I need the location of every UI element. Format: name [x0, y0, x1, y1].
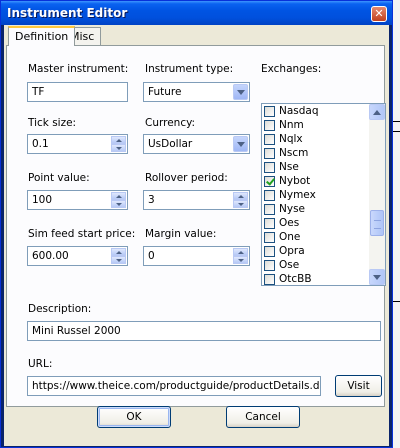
- scroll-down-icon[interactable]: [369, 269, 385, 285]
- exchange-checkbox[interactable]: [264, 190, 275, 201]
- exchange-label: Opra: [279, 245, 305, 257]
- rollover-period-value: 3: [148, 194, 155, 206]
- spin-down-icon[interactable]: [111, 200, 126, 208]
- exchange-label: Nymex: [279, 189, 316, 201]
- point-value-label: Point value:: [28, 172, 90, 184]
- exchange-label: Ose: [279, 259, 300, 271]
- exchange-checkbox-checked[interactable]: [264, 176, 275, 187]
- tab-definition[interactable]: Definition: [8, 26, 76, 46]
- close-icon: ✕: [374, 7, 384, 20]
- spin-up-icon[interactable]: [233, 248, 248, 256]
- exchange-label: OtcBB: [279, 273, 312, 285]
- instrument-type-value: Future: [148, 86, 182, 98]
- dialog-body: Definition Misc Master instrument: TF In…: [4, 25, 389, 446]
- exchanges-list[interactable]: Nasdaq Nnm Nqlx Nscm Nse Nybot Nymex Nys…: [261, 103, 386, 286]
- sim-feed-start-price-input[interactable]: 600.00: [27, 246, 128, 266]
- definition-panel: Master instrument: TF Instrument type: F…: [6, 45, 386, 407]
- exchange-checkbox[interactable]: [264, 274, 275, 285]
- sim-feed-start-price-spinner[interactable]: [111, 248, 126, 264]
- exchange-label: Nscm: [279, 147, 309, 159]
- sim-feed-start-price-label: Sim feed start price:: [28, 228, 136, 240]
- exchange-checkbox[interactable]: [264, 162, 275, 173]
- exchange-checkbox[interactable]: [264, 260, 275, 271]
- currency-select[interactable]: UsDollar: [143, 134, 250, 154]
- chevron-down-icon[interactable]: [233, 136, 248, 152]
- master-instrument-input[interactable]: TF: [27, 82, 128, 102]
- background-divider: [393, 131, 400, 132]
- dialog-title: Instrument Editor: [7, 6, 128, 20]
- exchanges-label: Exchanges:: [261, 63, 322, 75]
- point-value-input[interactable]: 100: [27, 190, 128, 210]
- cancel-button[interactable]: Cancel: [226, 406, 300, 428]
- tick-size-input[interactable]: 0.1: [27, 134, 128, 154]
- url-label: URL:: [28, 358, 53, 370]
- exchange-label: Oes: [279, 217, 300, 229]
- exchange-label: Nyse: [279, 203, 305, 215]
- exchange-label: Nnm: [279, 119, 304, 131]
- rollover-period-label: Rollover period:: [145, 172, 228, 184]
- margin-value-value: 0: [148, 250, 155, 262]
- margin-value-spinner[interactable]: [233, 248, 248, 264]
- instrument-type-label: Instrument type:: [145, 63, 234, 75]
- instrument-type-select[interactable]: Future: [143, 82, 250, 102]
- exchange-checkbox[interactable]: [264, 148, 275, 159]
- exchange-checkbox[interactable]: [264, 106, 275, 117]
- exchange-checkbox[interactable]: [264, 218, 275, 229]
- title-bar[interactable]: Instrument Editor ✕: [1, 1, 392, 25]
- master-instrument-label: Master instrument:: [28, 63, 129, 75]
- ok-button[interactable]: OK: [97, 406, 171, 428]
- url-input[interactable]: https://www.theice.com/productguide/prod…: [27, 376, 321, 396]
- rollover-period-spinner[interactable]: [233, 192, 248, 208]
- description-input[interactable]: Mini Russel 2000: [27, 321, 381, 341]
- exchange-checkbox[interactable]: [264, 134, 275, 145]
- scroll-thumb[interactable]: [370, 210, 384, 236]
- spin-down-icon[interactable]: [111, 256, 126, 264]
- exchange-checkbox[interactable]: [264, 120, 275, 131]
- exchange-label: Nse: [279, 161, 299, 173]
- point-value-value: 100: [32, 194, 53, 206]
- background-divider: [393, 121, 400, 122]
- rollover-period-input[interactable]: 3: [143, 190, 250, 210]
- close-button[interactable]: ✕: [371, 6, 387, 22]
- margin-value-input[interactable]: 0: [143, 246, 250, 266]
- exchange-checkbox[interactable]: [264, 246, 275, 257]
- point-value-spinner[interactable]: [111, 192, 126, 208]
- exchange-checkbox[interactable]: [264, 204, 275, 215]
- tick-size-spinner[interactable]: [111, 136, 126, 152]
- tick-size-value: 0.1: [32, 138, 49, 150]
- spin-up-icon[interactable]: [111, 248, 126, 256]
- exchange-label: Nybot: [279, 175, 311, 187]
- currency-label: Currency:: [145, 117, 196, 129]
- background-divider: [393, 301, 400, 302]
- spin-down-icon[interactable]: [111, 144, 126, 152]
- currency-value: UsDollar: [148, 138, 193, 150]
- instrument-editor-dialog: Instrument Editor ✕ Definition Misc Mast…: [0, 0, 393, 448]
- margin-value-label: Margin value:: [145, 228, 217, 240]
- visit-button[interactable]: Visit: [335, 375, 382, 397]
- sim-feed-start-price-value: 600.00: [32, 250, 69, 262]
- description-label: Description:: [28, 303, 92, 315]
- exchange-label: Nqlx: [279, 133, 303, 145]
- spin-up-icon[interactable]: [111, 192, 126, 200]
- tick-size-label: Tick size:: [28, 117, 77, 129]
- background-window: [393, 0, 400, 448]
- scroll-up-icon[interactable]: [369, 104, 385, 120]
- exchange-label: One: [279, 231, 301, 243]
- spin-up-icon[interactable]: [111, 136, 126, 144]
- chevron-down-icon[interactable]: [233, 84, 248, 100]
- exchange-checkbox[interactable]: [264, 232, 275, 243]
- spin-down-icon[interactable]: [233, 200, 248, 208]
- exchange-label: Nasdaq: [279, 105, 319, 117]
- exchanges-scrollbar[interactable]: [369, 104, 385, 285]
- spin-up-icon[interactable]: [233, 192, 248, 200]
- spin-down-icon[interactable]: [233, 256, 248, 264]
